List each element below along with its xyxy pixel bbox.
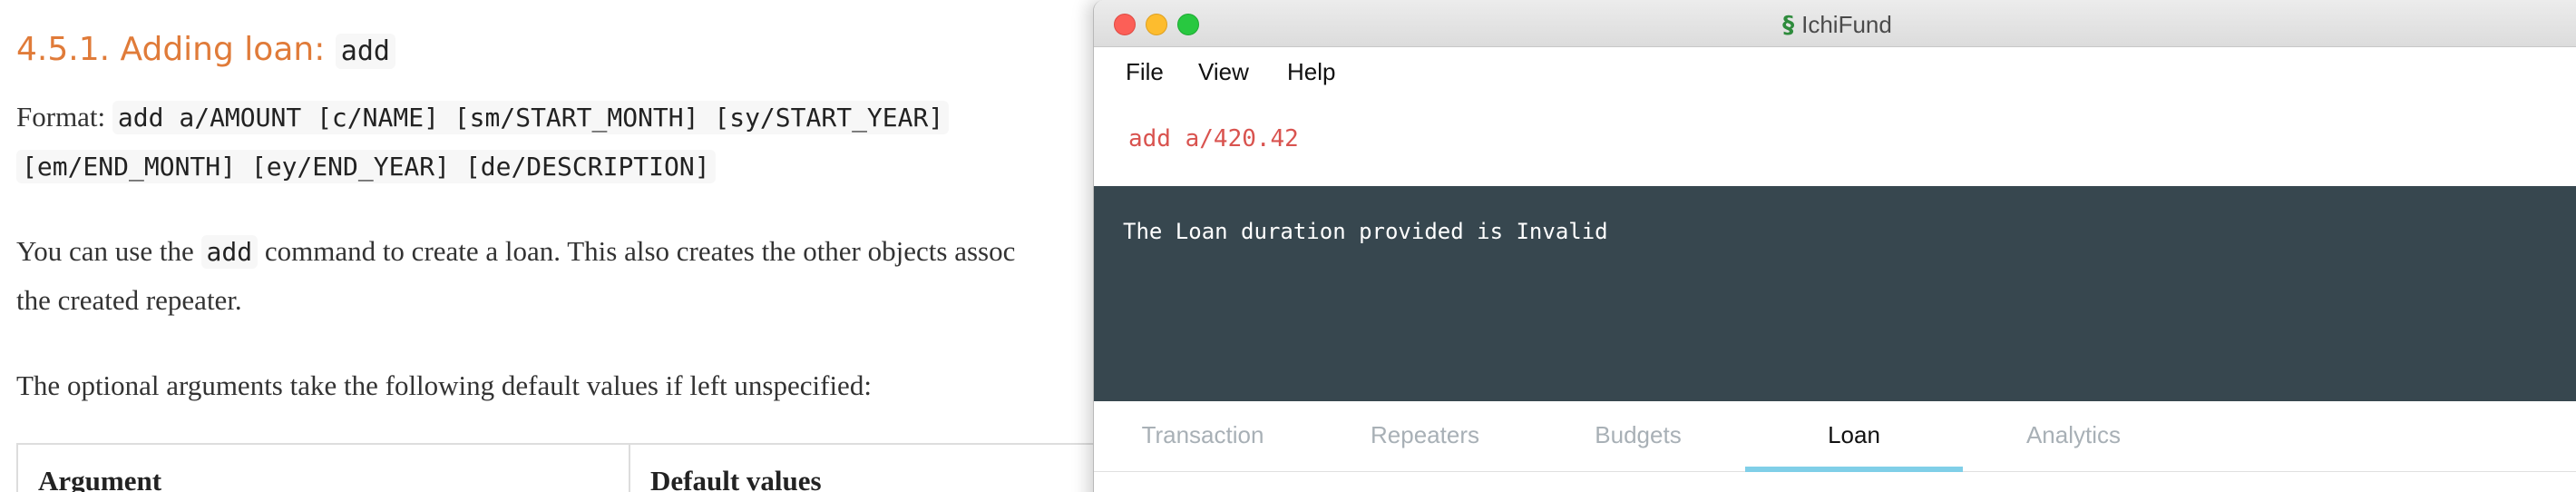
defaults-table: Argument Default values — [16, 443, 1195, 492]
usage-paragraph-continued: the created repeater. — [16, 276, 242, 325]
command-box — [1094, 100, 2576, 186]
menu-help[interactable]: Help — [1287, 58, 1335, 86]
usage-paragraph: You can use the add command to create a … — [16, 227, 1015, 277]
format-paragraph-continued: [em/END_MONTH] [ey/END_YEAR] [de/DESCRIP… — [16, 142, 716, 192]
usage-code: add — [200, 235, 259, 269]
optional-arguments-paragraph: The optional arguments take the followin… — [16, 361, 872, 410]
format-code-line1: add a/AMOUNT [c/NAME] [sm/START_MONTH] [… — [112, 101, 950, 134]
app-window: §IchiFund File View Help The Loan durati… — [1093, 0, 2576, 492]
result-message: The Loan duration provided is Invalid — [1123, 219, 1608, 244]
title-bar[interactable]: § IchiFund — [1094, 0, 2576, 47]
format-paragraph: Format: add a/AMOUNT [c/NAME] [sm/START_… — [16, 93, 950, 143]
menu-file[interactable]: File — [1126, 58, 1164, 86]
tab-repeaters[interactable]: Repeaters — [1334, 401, 1516, 472]
table-header-default-values: Default values — [650, 465, 822, 492]
window-title: § IchiFund — [1094, 11, 2576, 39]
tab-bar: Transaction Repeaters Budgets Loan Analy… — [1094, 401, 2576, 472]
format-code-line2: [em/END_MONTH] [ey/END_YEAR] [de/DESCRIP… — [16, 150, 716, 183]
ichifund-logo-icon: § — [1782, 12, 1795, 39]
optional-arguments-text: The optional arguments take the followin… — [16, 369, 872, 401]
section-heading-text: 4.5.1. Adding loan: — [16, 31, 336, 68]
documentation-page: 4.5.1. Adding loan: add Format: add a/AM… — [0, 0, 1195, 492]
tab-budgets[interactable]: Budgets — [1547, 401, 1729, 472]
section-heading: 4.5.1. Adding loan: add — [16, 31, 395, 69]
menu-view[interactable]: View — [1198, 58, 1249, 86]
result-display: The Loan duration provided is Invalid — [1094, 186, 2576, 401]
format-label: Format: — [16, 101, 112, 133]
tab-transaction[interactable]: Transaction — [1112, 401, 1293, 472]
table-header-argument: Argument — [18, 445, 630, 492]
tab-loan[interactable]: Loan — [1745, 401, 1963, 472]
usage-text-pre: You can use the — [16, 235, 201, 267]
usage-text-line2: the created repeater. — [16, 284, 242, 316]
usage-text-post: command to create a loan. This also crea… — [258, 235, 1016, 267]
menu-bar: File View Help — [1094, 47, 2576, 100]
tab-analytics[interactable]: Analytics — [1978, 401, 2169, 472]
window-title-text: IchiFund — [1801, 11, 1892, 38]
section-heading-code: add — [335, 34, 395, 69]
command-input[interactable] — [1128, 125, 2398, 153]
